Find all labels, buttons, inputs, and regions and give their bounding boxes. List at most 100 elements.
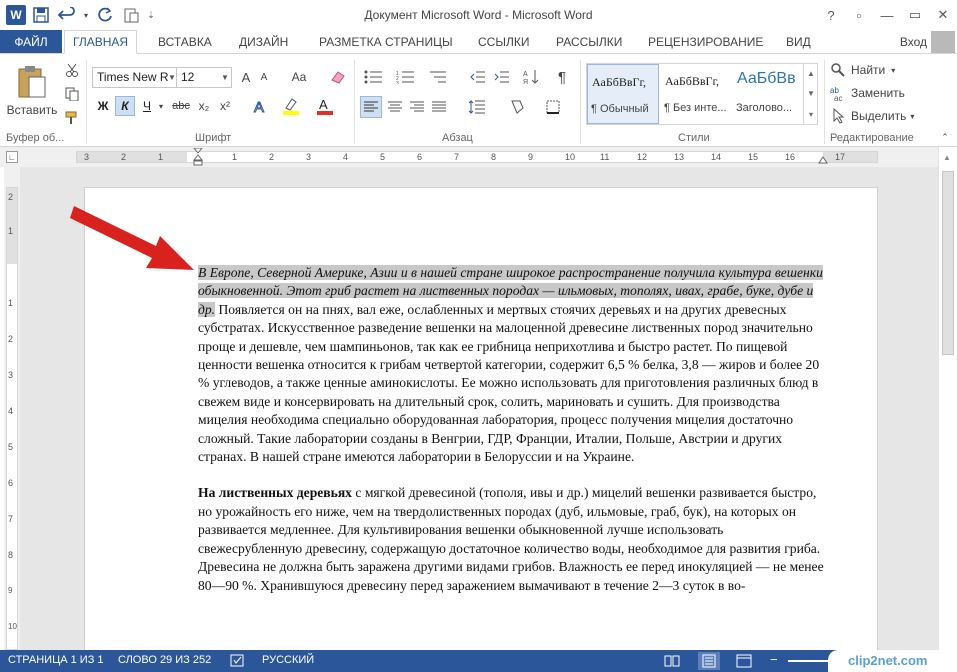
align-right-icon[interactable] [406,96,428,118]
vertical-ruler-area: 2 1 1 2 3 4 5 6 7 8 9 10 [4,167,20,650]
language[interactable]: РУССКИЙ [262,654,314,666]
styles-more-icon[interactable]: ▾ [809,110,813,119]
ribbon-display-button[interactable]: ▫ [845,0,873,30]
strikethrough-button[interactable]: abc [170,96,192,116]
ruler-mark: 1 [232,152,238,162]
font-color-icon[interactable]: A [312,96,338,116]
tab-view[interactable]: ВИД [778,30,819,54]
borders-icon[interactable] [538,96,568,118]
ruler-right-margin [823,152,877,162]
justify-icon[interactable] [428,96,450,118]
help-button[interactable]: ? [817,0,845,30]
subscript-button[interactable]: x₂ [194,96,214,116]
text-effects-icon[interactable]: A [248,96,274,116]
tab-file[interactable]: ФАЙЛ [0,30,62,54]
tab-design[interactable]: ДИЗАЙН [231,30,296,54]
ruler-left-margin [77,152,187,162]
zoom-slider[interactable] [788,660,828,662]
change-case-button[interactable]: Aa [285,67,313,87]
paste-button[interactable]: Вставить [4,60,60,122]
tab-insert[interactable]: ВСТАВКА [150,30,220,54]
select-button[interactable]: Выделить ▾ [830,106,920,126]
highlight-color-icon[interactable] [278,96,304,116]
word-count[interactable]: СЛОВО 29 ИЗ 252 [118,654,211,666]
print-layout-button[interactable] [698,652,720,670]
paragraph-1[interactable]: В Европе, Северной Америке, Азии и в наш… [198,264,828,466]
font-size-dropdown-icon[interactable]: ▼ [219,68,231,87]
maximize-button[interactable]: ▭ [901,0,929,30]
vruler-mark: 4 [8,406,14,416]
tab-mailings[interactable]: РАССЫЛКИ [548,30,630,54]
indent-marker-icon[interactable] [193,148,203,166]
italic-button[interactable]: К [115,96,135,116]
ruler-mark: 6 [417,152,423,162]
paragraph-2[interactable]: На лиственных деревьях с мягкой древесин… [198,484,828,594]
tab-home[interactable]: ГЛАВНАЯ [64,30,138,54]
align-left-icon[interactable] [360,96,382,118]
styles-scroll[interactable]: ▲ ▼ ▾ [803,63,818,125]
document-text[interactable]: В Европе, Северной Америке, Азии и в наш… [198,264,828,613]
vertical-ruler[interactable]: 2 1 1 2 3 4 5 6 7 8 9 10 [6,187,18,650]
multilevel-list-icon[interactable] [424,67,452,87]
sort-icon[interactable]: АЯ [520,67,542,87]
increase-indent-icon[interactable] [492,67,512,87]
page-count[interactable]: СТРАНИЦА 1 ИЗ 1 [8,654,104,666]
align-center-icon[interactable] [384,96,406,118]
grow-font-button[interactable]: A [237,67,255,87]
tab-selector[interactable]: ∟ [6,151,18,163]
decrease-indent-icon[interactable] [468,67,488,87]
title-bar: W ▾ ⇣ Документ Microsoft Word - Microsof… [0,0,957,30]
vruler-mark: 6 [8,478,14,488]
ruler-mark: 4 [343,152,349,162]
collapse-ribbon-icon[interactable]: ⌃ [938,130,952,144]
tab-references[interactable]: ССЫЛКИ [470,30,537,54]
document-page[interactable]: В Европе, Северной Америке, Азии и в наш… [84,187,878,650]
ruler-mark: 10 [565,152,576,162]
superscript-button[interactable]: x² [215,96,235,116]
right-indent-marker-icon[interactable] [818,156,828,164]
cut-icon[interactable] [62,60,82,80]
show-marks-button[interactable]: ¶ [552,67,572,87]
close-button[interactable]: ✕ [929,0,957,30]
find-button[interactable]: Найти ▾ [830,60,920,80]
scrollbar-thumb[interactable] [942,171,954,355]
zoom-out-icon[interactable]: − [770,652,778,667]
shading-icon[interactable] [504,96,530,118]
vertical-scrollbar[interactable]: ▲ [938,147,957,650]
line-spacing-icon[interactable] [464,96,490,118]
svg-text:A: A [319,97,328,112]
window-controls: ? ▫ — ▭ ✕ [817,0,957,30]
ruler-mark: 7 [454,152,460,162]
read-mode-icon[interactable] [664,654,680,668]
replace-button[interactable]: ab ac Заменить [830,83,920,103]
window-title: Документ Microsoft Word - Microsoft Word [364,8,593,22]
watermark-text: clip2net.com [848,653,928,668]
underline-dropdown-icon[interactable]: ▾ [156,96,166,116]
bold-button[interactable]: Ж [94,96,112,116]
styles-down-icon[interactable]: ▼ [807,89,815,98]
underline-button[interactable]: Ч [138,96,156,116]
style-heading[interactable]: АаБбВв Заголово... [733,64,805,124]
minimize-button[interactable]: — [873,0,901,30]
shrink-font-button[interactable]: A [256,67,272,87]
numbering-icon[interactable]: 123 [392,67,420,87]
avatar[interactable] [931,31,955,53]
tab-layout[interactable]: РАЗМЕТКА СТРАНИЦЫ [311,30,461,54]
tab-review[interactable]: РЕЦЕНЗИРОВАНИЕ [640,30,771,54]
horizontal-ruler[interactable]: 3 2 1 1 2 3 4 5 6 7 8 9 10 11 12 13 14 1… [76,148,878,166]
clear-formatting-icon[interactable] [328,67,348,87]
styles-up-icon[interactable]: ▲ [807,69,815,78]
web-layout-icon[interactable] [736,654,752,668]
scroll-up-icon[interactable]: ▲ [943,153,951,162]
vruler-mark: 1 [8,226,14,236]
sign-in-link[interactable]: Вход [900,35,927,49]
style-normal[interactable]: АаБбВвГг, ¶ Обычный [587,64,659,124]
svg-text:A: A [254,99,264,114]
bullets-icon[interactable] [360,67,388,87]
format-painter-icon[interactable] [62,108,82,128]
styles-group-label: Стили [678,132,710,144]
style-no-spacing[interactable]: АаБбВвГг, ¶ Без инте... [661,64,733,124]
copy-icon[interactable] [62,84,82,104]
ruler-mark: 17 [835,152,846,162]
proofing-icon[interactable] [230,654,246,668]
